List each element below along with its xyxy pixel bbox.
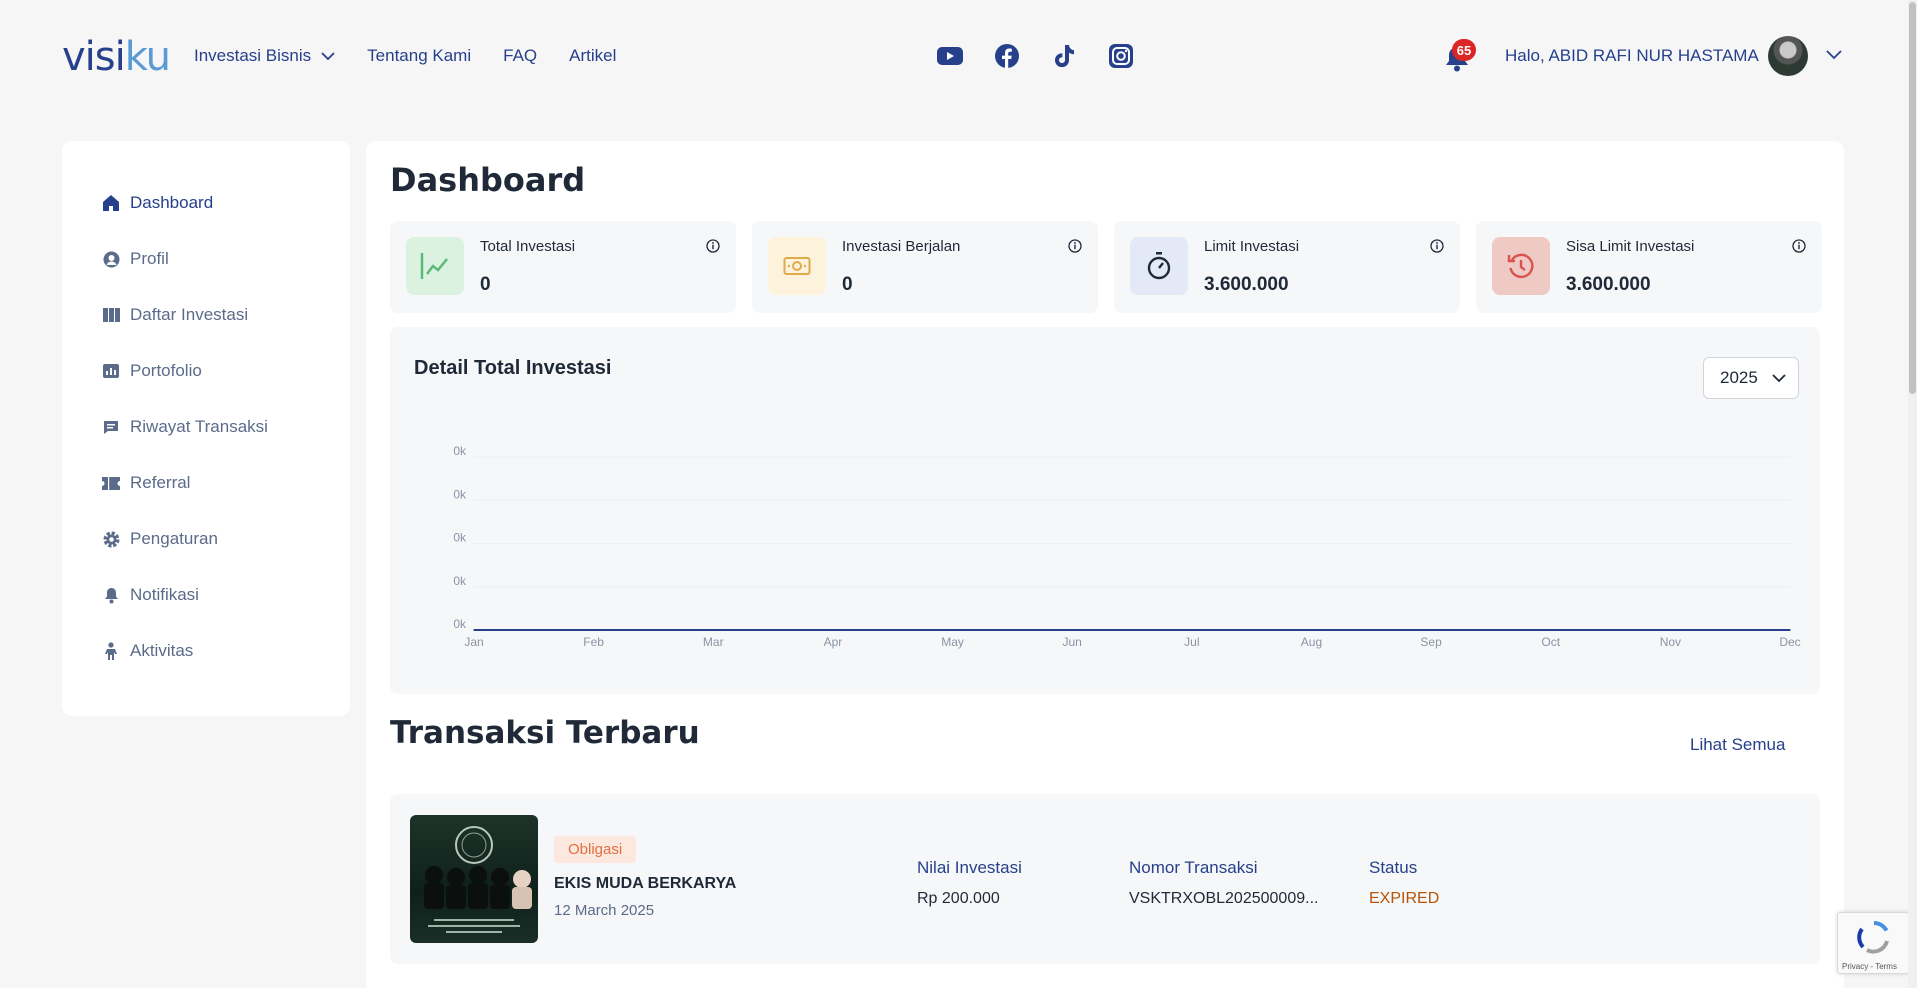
data-point[interactable] <box>1430 629 1432 631</box>
recaptcha-links[interactable]: Privacy - Terms <box>1842 962 1897 971</box>
sidebar: Dashboard Profil Daftar Investasi Portof… <box>62 141 350 716</box>
nav-artikel[interactable]: Artikel <box>569 46 616 66</box>
notification-count-badge: 65 <box>1452 39 1476 61</box>
sidebar-item-notifikasi[interactable]: Notifikasi <box>102 585 199 605</box>
nav-faq[interactable]: FAQ <box>503 46 537 66</box>
scrollbar-thumb[interactable] <box>1909 2 1916 394</box>
recaptcha-icon <box>1857 920 1889 954</box>
stat-card-sisa-limit-investasi: Sisa Limit Investasi 3.600.000 <box>1476 221 1822 313</box>
instagram-icon[interactable] <box>1108 43 1134 69</box>
data-point[interactable] <box>1789 629 1791 631</box>
y-tick-label: 0k <box>453 574 467 588</box>
y-tick-label: 0k <box>453 487 467 501</box>
investment-line-chart: 0k 0k 0k 0k 0k Jan Feb Mar Apr May Jun Jul Aug Sep Oct… <box>453 444 1800 649</box>
x-tick-label: Jan <box>464 635 483 649</box>
sidebar-item-aktivitas[interactable]: Aktivitas <box>102 641 193 661</box>
x-tick-label: Sep <box>1420 635 1442 649</box>
data-point[interactable] <box>712 629 715 631</box>
sidebar-item-pengaturan[interactable]: Pengaturan <box>102 529 218 549</box>
chart-icon <box>102 362 120 380</box>
info-icon[interactable] <box>1068 239 1082 253</box>
social-links <box>937 43 1134 69</box>
x-tick-label: Jul <box>1184 635 1199 649</box>
chart-panel: Detail Total Investasi 2025 0k 0k 0k 0k 0k Ja… <box>390 327 1820 694</box>
sidebar-item-referral[interactable]: Referral <box>102 473 190 493</box>
stat-card-total-investasi: Total Investasi 0 <box>390 221 736 313</box>
data-point[interactable] <box>1549 629 1552 631</box>
transaction-number-label: Nomor Transaksi <box>1129 858 1258 877</box>
stat-card-investasi-berjalan: Investasi Berjalan 0 <box>752 221 1098 313</box>
ticket-icon <box>102 474 120 492</box>
stopwatch-icon <box>1130 237 1188 295</box>
avatar[interactable] <box>1768 36 1808 76</box>
transaction-number-value: VSKTRXOBL202500009... <box>1129 890 1319 907</box>
data-point[interactable] <box>1310 629 1313 631</box>
sidebar-item-riwayat-transaksi[interactable]: Riwayat Transaksi <box>102 417 268 437</box>
x-tick-label: Apr <box>824 635 843 649</box>
data-point[interactable] <box>1071 629 1073 631</box>
user-icon <box>102 250 120 268</box>
data-point[interactable] <box>832 629 834 631</box>
tiktok-icon[interactable] <box>1051 43 1077 69</box>
x-tick-label: May <box>941 635 964 649</box>
main-panel: Dashboard Total Investasi 0 Investasi Be… <box>366 141 1844 988</box>
x-tick-label: Mar <box>703 635 724 649</box>
money-icon <box>768 237 826 295</box>
trend-icon <box>406 237 464 295</box>
data-point[interactable] <box>592 629 595 631</box>
status-badge: EXPIRED <box>1369 890 1440 907</box>
info-icon[interactable] <box>706 239 720 253</box>
transaction-thumbnail <box>410 815 538 943</box>
sidebar-item-dashboard[interactable]: Dashboard <box>102 193 213 213</box>
y-tick-label: 0k <box>453 617 467 631</box>
transaction-name: EKIS MUDA BERKARYA <box>554 875 737 892</box>
nav-tentang-kami[interactable]: Tentang Kami <box>367 46 471 66</box>
x-tick-label: Nov <box>1660 635 1681 649</box>
columns-icon <box>102 306 120 324</box>
sidebar-item-profil[interactable]: Profil <box>102 249 169 269</box>
stat-card-limit-investasi: Limit Investasi 3.600.000 <box>1114 221 1460 313</box>
x-tick-label: Feb <box>583 635 604 649</box>
x-tick-label: Aug <box>1301 635 1322 649</box>
sidebar-item-daftar-investasi[interactable]: Daftar Investasi <box>102 305 248 325</box>
data-point[interactable] <box>951 629 954 631</box>
category-tag: Obligasi <box>554 836 637 863</box>
sidebar-item-portofolio[interactable]: Portofolio <box>102 361 202 381</box>
transactions-title: Transaksi Terbaru <box>390 715 700 751</box>
x-tick-label: Dec <box>1779 635 1800 649</box>
youtube-icon[interactable] <box>937 43 963 69</box>
info-icon[interactable] <box>1430 239 1444 253</box>
recaptcha-badge[interactable]: Privacy - Terms <box>1837 912 1909 974</box>
bell-icon <box>102 586 120 604</box>
gear-icon <box>102 530 120 548</box>
see-all-link[interactable]: Lihat Semua <box>1690 735 1785 755</box>
person-icon <box>102 642 120 660</box>
amount-label: Nilai Investasi <box>917 858 1022 877</box>
y-tick-label: 0k <box>453 531 467 545</box>
data-point[interactable] <box>1669 629 1672 631</box>
visiku-logo[interactable]: visiku <box>62 34 171 80</box>
y-tick-label: 0k <box>453 444 467 458</box>
data-point[interactable] <box>473 629 475 631</box>
data-point[interactable] <box>1191 629 1193 631</box>
facebook-icon[interactable] <box>994 43 1020 69</box>
x-tick-label: Oct <box>1541 635 1560 649</box>
nav-investasi-bisnis[interactable]: Investasi Bisnis <box>194 46 335 66</box>
status-label: Status <box>1369 858 1418 877</box>
info-icon[interactable] <box>1792 239 1806 253</box>
page-title: Dashboard <box>390 161 586 199</box>
amount-value: Rp 200.000 <box>917 890 1000 907</box>
transaction-date: 12 March 2025 <box>554 902 655 919</box>
main-nav: Investasi Bisnis Tentang Kami FAQ Artike… <box>194 46 616 66</box>
message-icon <box>102 418 120 436</box>
chevron-down-icon <box>321 51 335 60</box>
history-icon <box>1492 237 1550 295</box>
x-tick-label: Jun <box>1063 635 1082 649</box>
top-header: visiku Investasi Bisnis Tentang Kami FAQ… <box>0 0 1917 112</box>
user-menu-chevron-icon[interactable] <box>1826 47 1842 65</box>
home-icon <box>102 194 120 212</box>
user-greeting[interactable]: Halo, ABID RAFI NUR HASTAMA <box>1505 46 1759 66</box>
transaction-row[interactable]: Obligasi EKIS MUDA BERKARYA 12 March 202… <box>390 794 1820 964</box>
